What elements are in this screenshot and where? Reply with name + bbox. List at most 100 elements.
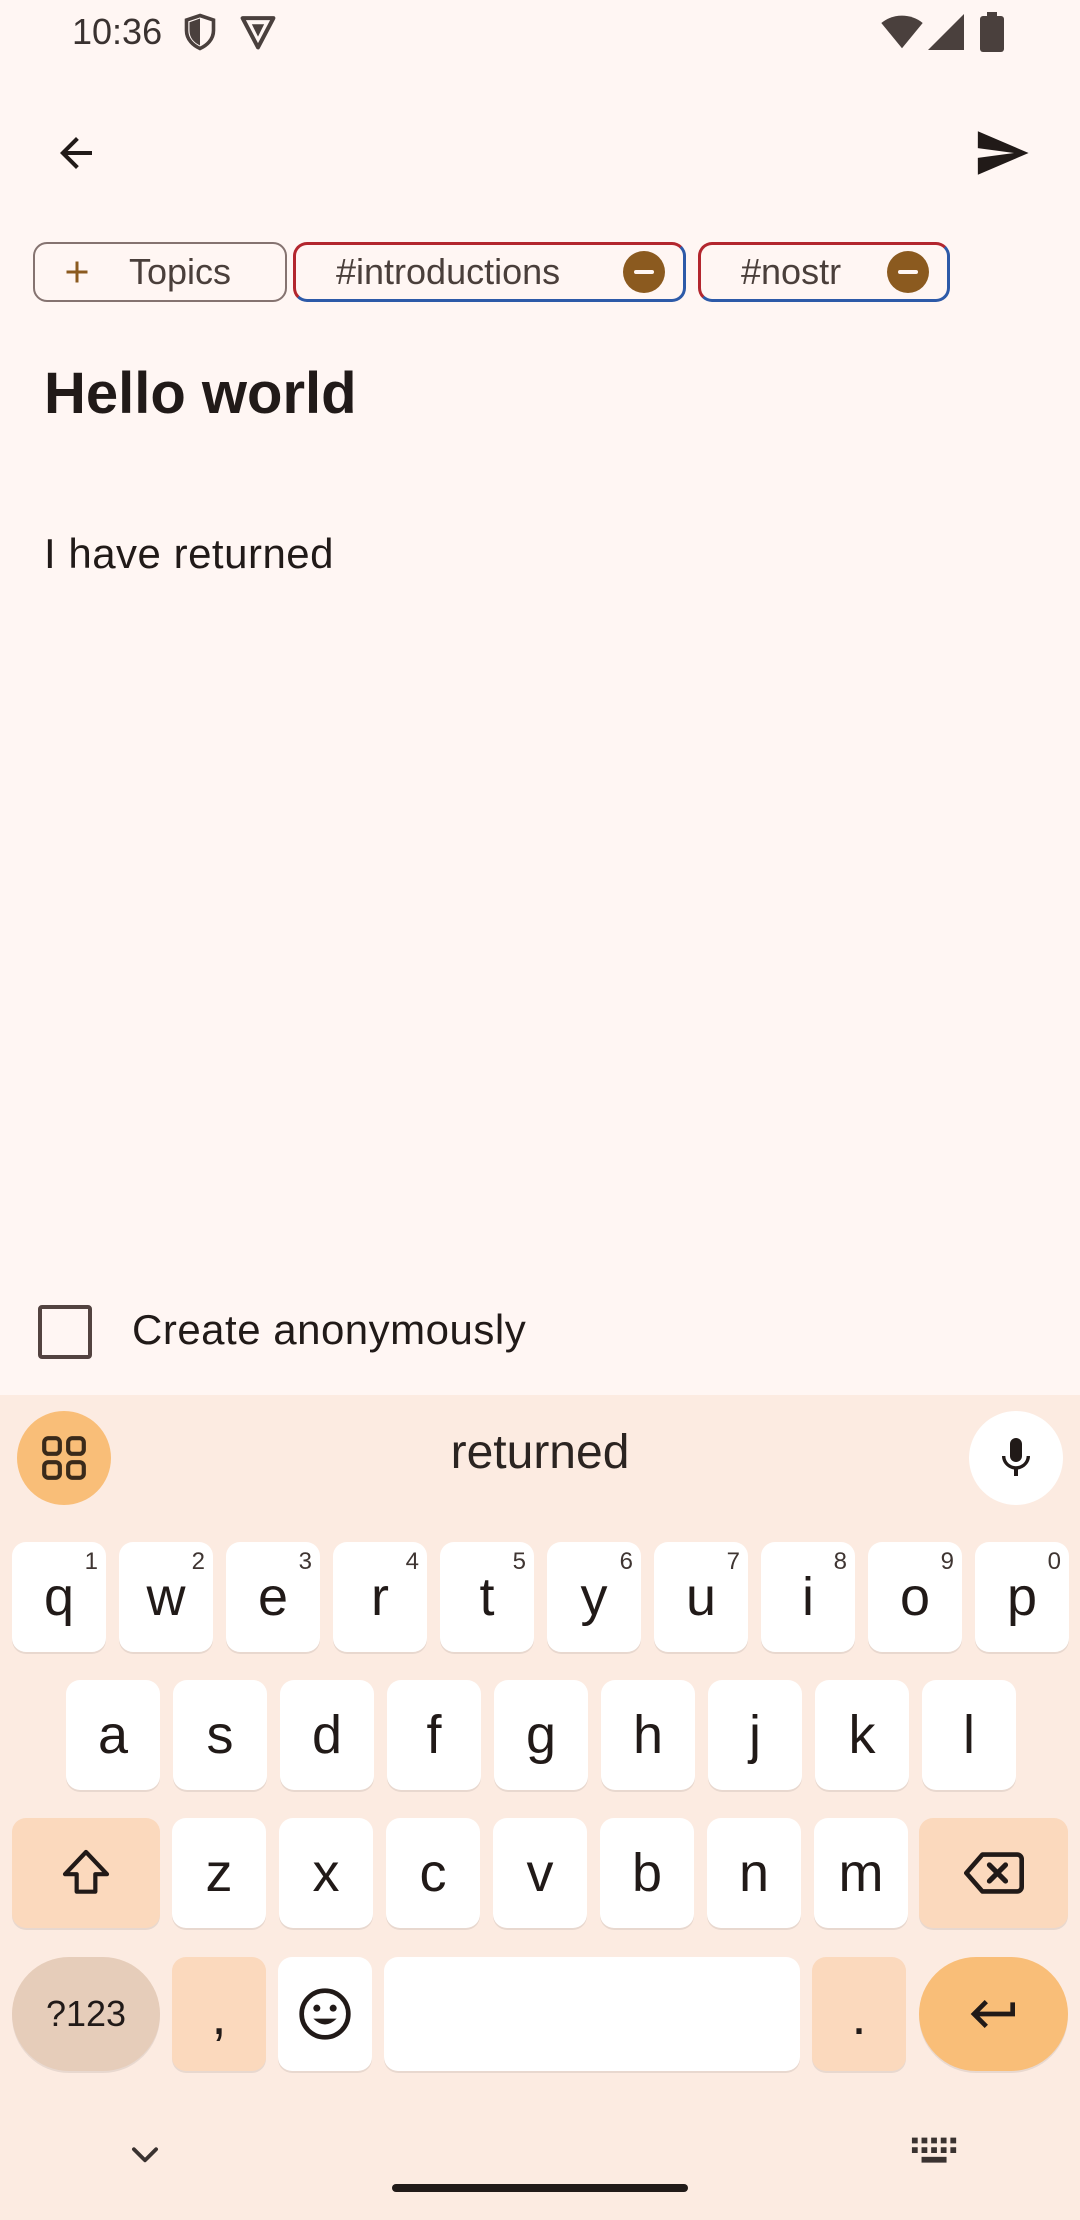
key-h[interactable]: h — [601, 1680, 695, 1790]
period-key[interactable]: . — [812, 1957, 906, 2071]
add-topics-chip[interactable]: Topics — [33, 242, 287, 302]
key-hint: 4 — [405, 1548, 419, 1575]
comma-key[interactable]: , — [172, 1957, 266, 2071]
key-label: p — [1006, 1567, 1038, 1627]
key-a[interactable]: a — [66, 1680, 160, 1790]
key-label: j — [749, 1705, 761, 1765]
battery-icon — [980, 12, 1004, 52]
tag-chip-nostr[interactable]: #nostr — [698, 242, 950, 302]
keyboard: returned ?123 , . q 1 w 2 e 3 r 4 t 5 y … — [0, 1395, 1080, 2220]
shift-key[interactable] — [12, 1818, 160, 1928]
key-label: y — [580, 1567, 608, 1627]
key-label: d — [311, 1705, 343, 1765]
key-j[interactable]: j — [708, 1680, 802, 1790]
emoji-key[interactable] — [278, 1957, 372, 2071]
key-e[interactable]: e3 — [226, 1542, 320, 1652]
microphone-icon — [1002, 1438, 1030, 1476]
key-label: z — [205, 1843, 233, 1903]
key-q[interactable]: q1 — [12, 1542, 106, 1652]
emoji-smile-icon — [299, 1988, 351, 2040]
backspace-key[interactable] — [919, 1818, 1068, 1928]
key-label: h — [632, 1705, 664, 1765]
key-hint: 1 — [84, 1548, 98, 1575]
plus-icon — [66, 261, 88, 283]
key-r[interactable]: r4 — [333, 1542, 427, 1652]
key-u[interactable]: u7 — [654, 1542, 748, 1652]
key-n[interactable]: n — [707, 1818, 801, 1928]
shift-arrow-icon — [62, 1849, 110, 1894]
key-k[interactable]: k — [815, 1680, 909, 1790]
key-v[interactable]: v — [493, 1818, 587, 1928]
anonymous-checkbox[interactable] — [38, 1305, 92, 1359]
key-i[interactable]: i8 — [761, 1542, 855, 1652]
enter-arrow-icon — [970, 2000, 1015, 2028]
symbols-key[interactable]: ?123 — [12, 1957, 160, 2071]
key-label: f — [426, 1705, 442, 1765]
key-m[interactable]: m — [814, 1818, 908, 1928]
cell-signal-icon — [928, 14, 964, 50]
key-label: k — [848, 1705, 876, 1765]
key-y[interactable]: y6 — [547, 1542, 641, 1652]
key-label: m — [838, 1843, 884, 1903]
key-hint: 2 — [191, 1548, 205, 1575]
key-s[interactable]: s — [173, 1680, 267, 1790]
backspace-icon — [963, 1852, 1024, 1894]
key-hint: 5 — [512, 1548, 526, 1575]
enter-key[interactable] — [919, 1957, 1068, 2071]
status-time: 10:36 — [72, 11, 163, 52]
space-key[interactable] — [384, 1957, 800, 2071]
hide-keyboard-chevron-icon[interactable] — [126, 2135, 164, 2173]
remove-tag-icon[interactable] — [887, 251, 929, 293]
arrow-back-icon — [60, 137, 92, 169]
vpn-triangle-icon — [240, 16, 276, 50]
suggestion-word[interactable]: returned — [0, 1425, 1080, 1480]
key-label: b — [631, 1843, 663, 1903]
key-f[interactable]: f — [387, 1680, 481, 1790]
key-x[interactable]: x — [279, 1818, 373, 1928]
key-p[interactable]: p0 — [975, 1542, 1069, 1652]
send-icon — [977, 131, 1029, 175]
key-d[interactable]: d — [280, 1680, 374, 1790]
key-label: u — [685, 1567, 717, 1627]
key-label: l — [963, 1705, 975, 1765]
voice-input-button[interactable] — [969, 1411, 1063, 1505]
key-label: e — [257, 1567, 289, 1627]
keyboard-switch-icon[interactable] — [910, 2133, 960, 2173]
key-l[interactable]: l — [922, 1680, 1016, 1790]
wifi-icon — [881, 15, 923, 49]
key-label: t — [479, 1567, 495, 1627]
key-o[interactable]: o9 — [868, 1542, 962, 1652]
post-title-field[interactable]: Hello world — [44, 360, 357, 427]
key-label: q — [43, 1567, 75, 1627]
key-hint: 0 — [1047, 1548, 1061, 1575]
key-c[interactable]: c — [386, 1818, 480, 1928]
shield-icon — [184, 13, 216, 51]
key-label: s — [206, 1705, 234, 1765]
key-hint: 6 — [619, 1548, 633, 1575]
key-label: w — [146, 1567, 186, 1627]
key-hint: 3 — [298, 1548, 312, 1575]
key-label: g — [525, 1705, 557, 1765]
post-body-field[interactable]: I have returned — [44, 530, 334, 578]
topics-chip-label: Topics — [129, 251, 232, 292]
tag-chip-label: #nostr — [741, 251, 842, 292]
key-label: o — [899, 1567, 931, 1627]
remove-tag-icon[interactable] — [623, 251, 665, 293]
key-label: r — [371, 1567, 389, 1627]
key-b[interactable]: b — [600, 1818, 694, 1928]
key-label: v — [526, 1843, 554, 1903]
home-gesture-bar[interactable] — [392, 2184, 688, 2192]
key-g[interactable]: g — [494, 1680, 588, 1790]
key-hint: 8 — [833, 1548, 847, 1575]
key-label: x — [312, 1843, 340, 1903]
tag-chip-label: #introductions — [336, 251, 561, 292]
key-t[interactable]: t5 — [440, 1542, 534, 1652]
key-label: c — [419, 1843, 447, 1903]
anonymous-label: Create anonymously — [132, 1306, 527, 1353]
tag-chip-introductions[interactable]: #introductions — [293, 242, 686, 302]
key-z[interactable]: z — [172, 1818, 266, 1928]
back-button[interactable] — [28, 105, 124, 201]
send-button[interactable] — [954, 105, 1050, 201]
key-w[interactable]: w2 — [119, 1542, 213, 1652]
key-label: a — [97, 1705, 129, 1765]
